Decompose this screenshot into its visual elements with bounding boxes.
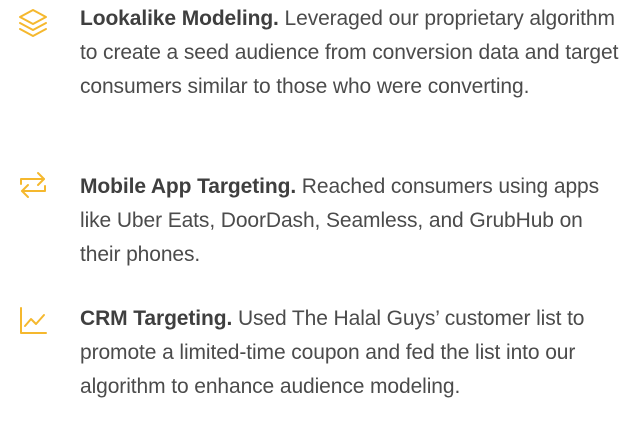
feature-title: Mobile App Targeting. <box>80 175 297 198</box>
feature-description: Mobile App Targeting. Reached consumers … <box>80 170 625 272</box>
feature-title: Lookalike Modeling. <box>80 7 279 30</box>
feature-title: CRM Targeting. <box>80 307 233 330</box>
line-chart-icon <box>18 306 48 336</box>
layers-icon <box>18 8 48 38</box>
feature-description: Lookalike Modeling. Leveraged our propri… <box>80 2 625 104</box>
feature-description: CRM Targeting. Used The Halal Guys’ cust… <box>80 302 625 404</box>
swap-arrows-icon <box>18 170 48 200</box>
